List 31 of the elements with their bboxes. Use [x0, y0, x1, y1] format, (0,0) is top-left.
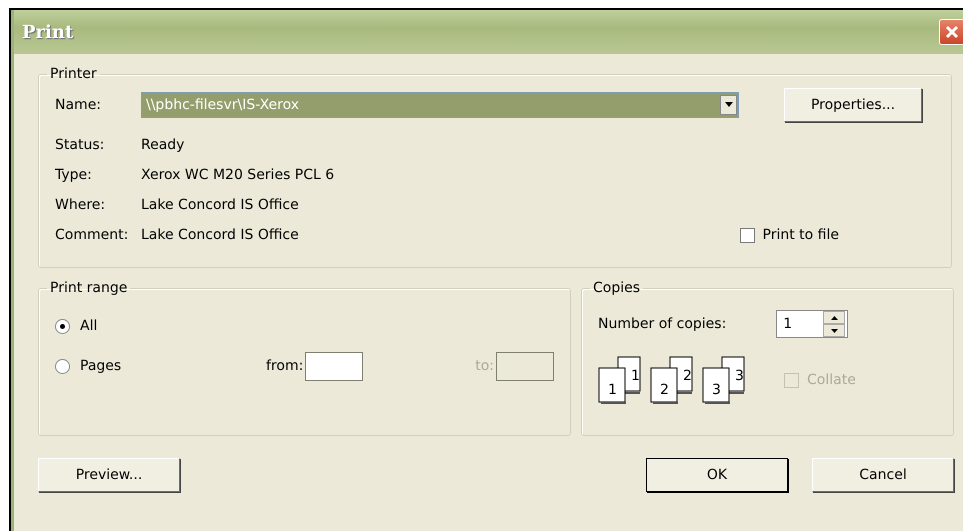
copies-spinner[interactable]: 1 [776, 310, 848, 338]
print-to-file-checkbox[interactable] [740, 228, 755, 242]
ok-button[interactable]: OK [646, 458, 788, 492]
copies-label: Number of copies: [598, 316, 726, 332]
info-value: Lake Concord IS Office [141, 197, 300, 213]
info-label: Type: [55, 167, 93, 183]
close-button[interactable] [939, 19, 963, 45]
info-value: Ready [141, 137, 186, 153]
close-icon [943, 23, 961, 41]
properties-button[interactable]: Properties... [784, 88, 922, 122]
radio-label: All [80, 318, 98, 334]
group-title: Copies [592, 280, 642, 296]
window-title: Print [22, 22, 74, 42]
radio-button[interactable] [55, 358, 70, 374]
cancel-button[interactable]: Cancel [812, 458, 954, 492]
preview-button[interactable]: Preview... [38, 458, 180, 492]
checkbox-label: Collate [807, 372, 856, 388]
checkbox-label: Print to file [762, 227, 839, 243]
info-value: Lake Concord IS Office [141, 227, 300, 243]
info-label: Status: [55, 137, 106, 153]
info-value: Xerox WC M20 Series PCL 6 [141, 167, 336, 183]
field-label: Name: [55, 97, 102, 113]
from-label: from: [266, 358, 304, 374]
group-title: Print range [49, 280, 128, 296]
radio-label: Pages [80, 358, 122, 374]
info-label: Comment: [55, 227, 130, 243]
info-label: Where: [55, 197, 106, 213]
group-title: Printer [49, 66, 98, 82]
radio-button[interactable] [55, 318, 70, 334]
from-field[interactable] [305, 352, 364, 380]
to-label: to: [475, 358, 494, 374]
